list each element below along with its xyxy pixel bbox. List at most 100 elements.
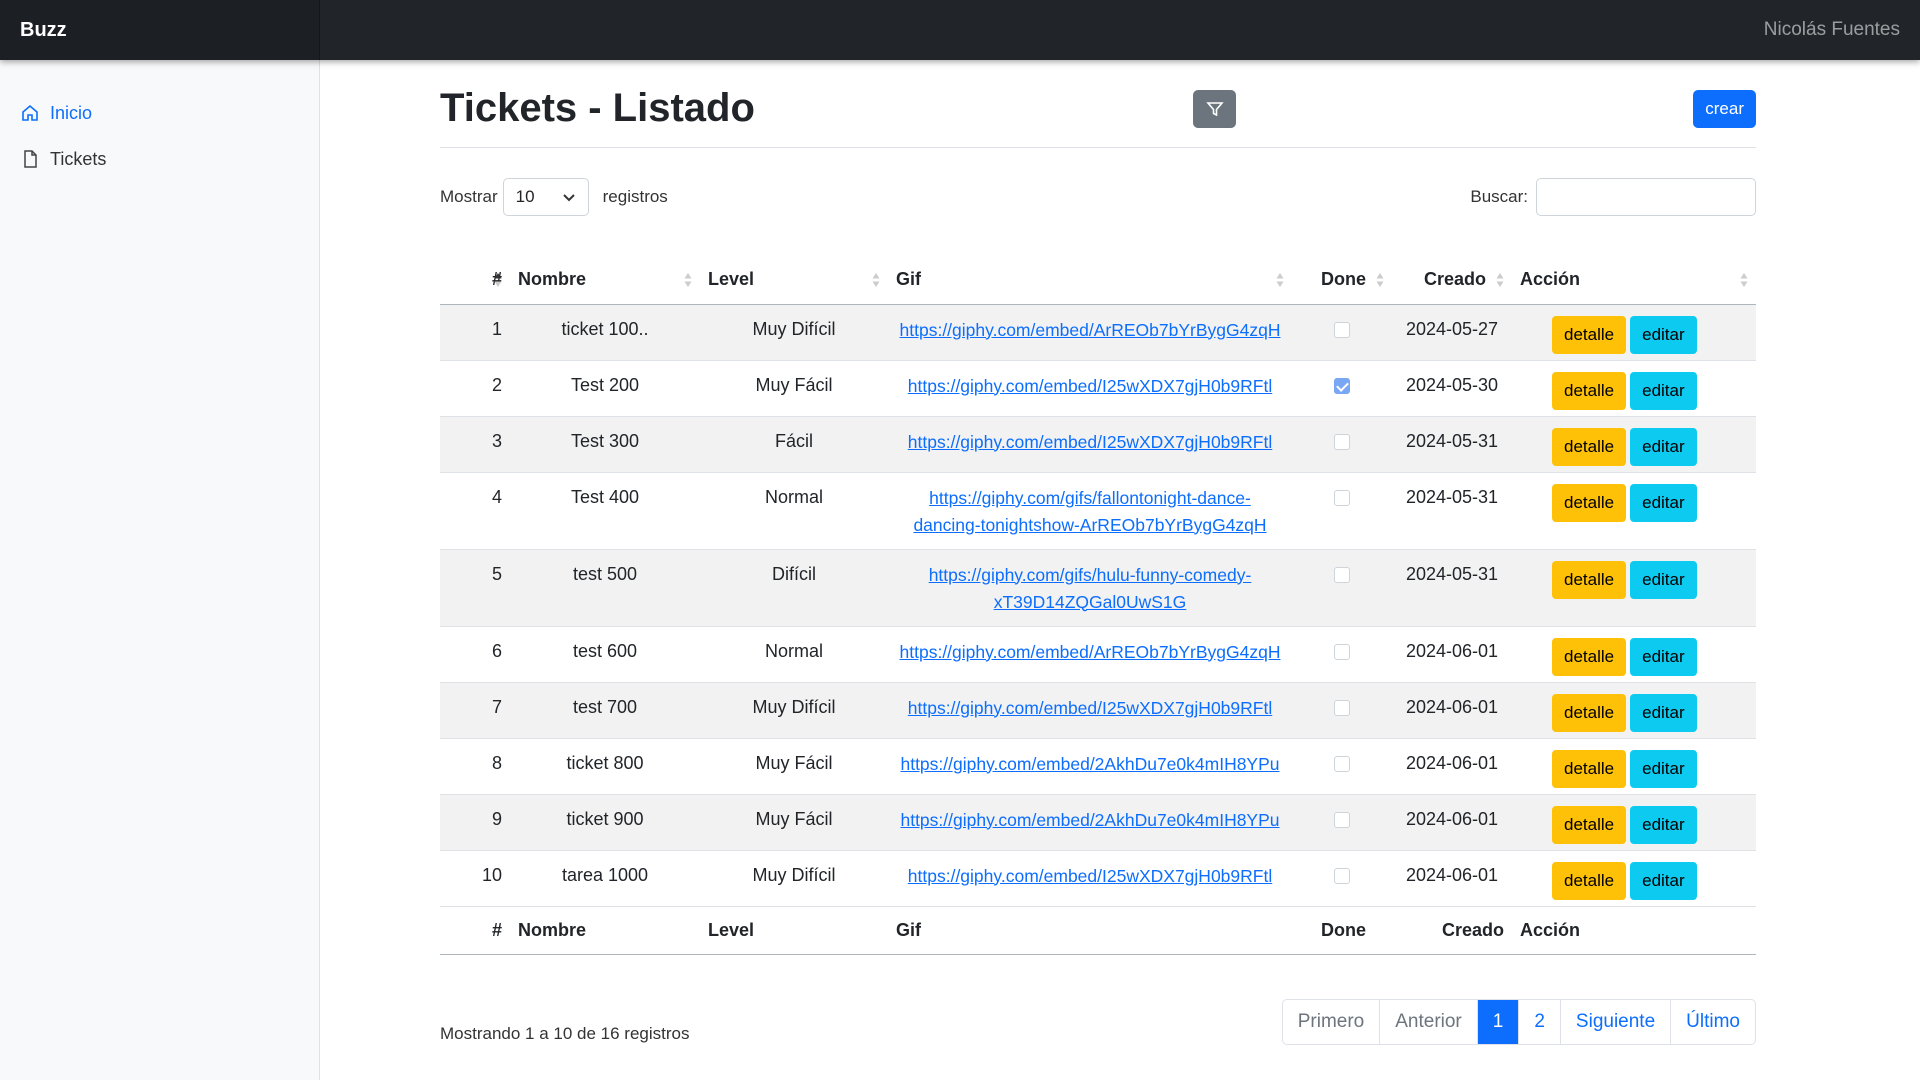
gif-link[interactable]: https://giphy.com/embed/I25wXDX7gjH0b9RF… [908, 432, 1272, 452]
detail-button[interactable]: detalle [1552, 315, 1627, 354]
header-num[interactable]: # [440, 256, 510, 305]
gif-link[interactable]: https://giphy.com/gifs/hulu-funny-comedy… [929, 565, 1252, 612]
cell-gif: https://giphy.com/embed/2AkhDu7e0k4mIH8Y… [888, 794, 1292, 851]
cell-action: detalle editar [1512, 794, 1756, 851]
pagination-last[interactable]: Último [1670, 999, 1755, 1044]
header-done[interactable]: Done [1292, 256, 1392, 305]
edit-button[interactable]: editar [1630, 315, 1697, 354]
cell-gif: https://giphy.com/embed/I25wXDX7gjH0b9RF… [888, 416, 1292, 473]
detail-button[interactable]: detalle [1552, 637, 1627, 676]
cell-num: 2 [440, 360, 510, 417]
footer-done: Done [1292, 905, 1392, 955]
header-gif[interactable]: Gif [888, 256, 1292, 305]
brand-logo[interactable]: Buzz [0, 0, 320, 60]
detail-button[interactable]: detalle [1552, 483, 1627, 522]
table-row: 9 ticket 900 Muy Fácil https://giphy.com/em… [440, 794, 1756, 851]
gif-link[interactable]: https://giphy.com/gifs/fallontonight-dan… [913, 488, 1266, 535]
cell-name: ticket 800 [510, 738, 700, 795]
cell-action: detalle editar [1512, 304, 1756, 361]
sort-icon [1376, 273, 1384, 287]
gif-link[interactable]: https://giphy.com/embed/I25wXDX7gjH0b9RF… [908, 698, 1272, 718]
cell-num: 8 [440, 738, 510, 795]
records-info: Mostrando 1 a 10 de 16 registros [440, 1023, 690, 1043]
table-body: 1 ticket 100.. Muy Difícil https://giphy.co… [440, 304, 1756, 907]
cell-action: detalle editar [1512, 626, 1756, 683]
cell-level: Muy Fácil [700, 360, 888, 417]
header-label: Nombre [518, 269, 587, 290]
cell-done [1292, 794, 1392, 851]
gif-link[interactable]: https://giphy.com/embed/I25wXDX7gjH0b9RF… [908, 376, 1272, 396]
edit-button[interactable]: editar [1630, 371, 1697, 410]
cell-created: 2024-05-30 [1392, 360, 1512, 417]
cell-num: 6 [440, 626, 510, 683]
footer-action: Acción [1512, 905, 1756, 955]
done-checkbox[interactable] [1334, 489, 1350, 506]
detail-button[interactable]: detalle [1552, 805, 1627, 844]
cell-name: test 500 [510, 549, 700, 627]
gif-link[interactable]: https://giphy.com/embed/2AkhDu7e0k4mIH8Y… [900, 810, 1279, 830]
sort-icon [872, 273, 880, 287]
detail-button[interactable]: detalle [1552, 427, 1627, 466]
cell-done [1292, 304, 1392, 361]
sidebar-item-inicio[interactable]: Inicio [0, 90, 319, 136]
edit-button[interactable]: editar [1630, 560, 1697, 599]
gif-link[interactable]: https://giphy.com/embed/2AkhDu7e0k4mIH8Y… [900, 754, 1279, 774]
cell-done [1292, 549, 1392, 627]
detail-button[interactable]: detalle [1552, 749, 1627, 788]
detail-button[interactable]: detalle [1552, 861, 1627, 900]
filter-icon [1205, 102, 1224, 117]
edit-button[interactable]: editar [1630, 483, 1697, 522]
header-label: Level [708, 269, 755, 290]
cell-level: Muy Fácil [700, 794, 888, 851]
sidebar-item-tickets[interactable]: Tickets [0, 136, 319, 182]
detail-button[interactable]: detalle [1552, 560, 1627, 599]
search-input[interactable] [1536, 178, 1756, 216]
page-size-select[interactable]: 10 [502, 178, 589, 216]
create-button[interactable]: crear [1693, 90, 1756, 128]
cell-created: 2024-06-01 [1392, 682, 1512, 739]
done-checkbox[interactable] [1334, 699, 1350, 716]
edit-button[interactable]: editar [1630, 805, 1697, 844]
done-checkbox[interactable] [1334, 566, 1350, 583]
records-label: registros [602, 187, 668, 206]
filter-button[interactable] [1193, 90, 1236, 128]
cell-name: Test 400 [510, 472, 700, 550]
edit-button[interactable]: editar [1630, 427, 1697, 466]
table-row: 8 ticket 800 Muy Fácil https://giphy.com/em… [440, 738, 1756, 795]
detail-button[interactable]: detalle [1552, 693, 1627, 732]
table-row: 10 tarea 1000 Muy Difícil https://giphy.com… [440, 850, 1756, 907]
detail-button[interactable]: detalle [1552, 371, 1627, 410]
cell-gif: https://giphy.com/embed/2AkhDu7e0k4mIH8Y… [888, 738, 1292, 795]
done-checkbox[interactable] [1334, 321, 1350, 338]
cell-name: Test 300 [510, 416, 700, 473]
done-checkbox[interactable] [1334, 377, 1350, 394]
header-level[interactable]: Level [700, 256, 888, 305]
pagination-prev[interactable]: Anterior [1379, 999, 1477, 1044]
pagination-page-1[interactable]: 1 [1476, 999, 1519, 1044]
done-checkbox[interactable] [1334, 755, 1350, 772]
pagination-page-2[interactable]: 2 [1518, 999, 1560, 1044]
pagination-first[interactable]: Primero [1283, 1000, 1380, 1044]
pagination-next[interactable]: Siguiente [1559, 999, 1670, 1044]
cell-action: detalle editar [1512, 360, 1756, 417]
table-row: 4 Test 400 Normal https://giphy.com/gifs/fa… [440, 472, 1756, 550]
header-action[interactable]: Acción [1512, 256, 1756, 305]
gif-link[interactable]: https://giphy.com/embed/I25wXDX7gjH0b9RF… [908, 866, 1272, 886]
user-name[interactable]: Nicolás Fuentes [1764, 19, 1900, 41]
done-checkbox[interactable] [1334, 867, 1350, 884]
done-checkbox[interactable] [1334, 811, 1350, 828]
table-row: 6 test 600 Normal https://giphy.com/embed/A… [440, 626, 1756, 683]
cell-name: test 600 [510, 626, 700, 683]
done-checkbox[interactable] [1334, 643, 1350, 660]
header-name[interactable]: Nombre [510, 256, 700, 305]
gif-link[interactable]: https://giphy.com/embed/ArREOb7bYrBygG4z… [900, 320, 1281, 340]
edit-button[interactable]: editar [1630, 749, 1697, 788]
edit-button[interactable]: editar [1630, 693, 1697, 732]
edit-button[interactable]: editar [1630, 637, 1697, 676]
done-checkbox[interactable] [1334, 433, 1350, 450]
gif-link[interactable]: https://giphy.com/embed/ArREOb7bYrBygG4z… [900, 642, 1281, 662]
cell-name: tarea 1000 [510, 850, 700, 907]
edit-button[interactable]: editar [1630, 861, 1697, 900]
header-created[interactable]: Creado [1392, 256, 1512, 305]
sidebar-item-label: Tickets [50, 148, 107, 169]
